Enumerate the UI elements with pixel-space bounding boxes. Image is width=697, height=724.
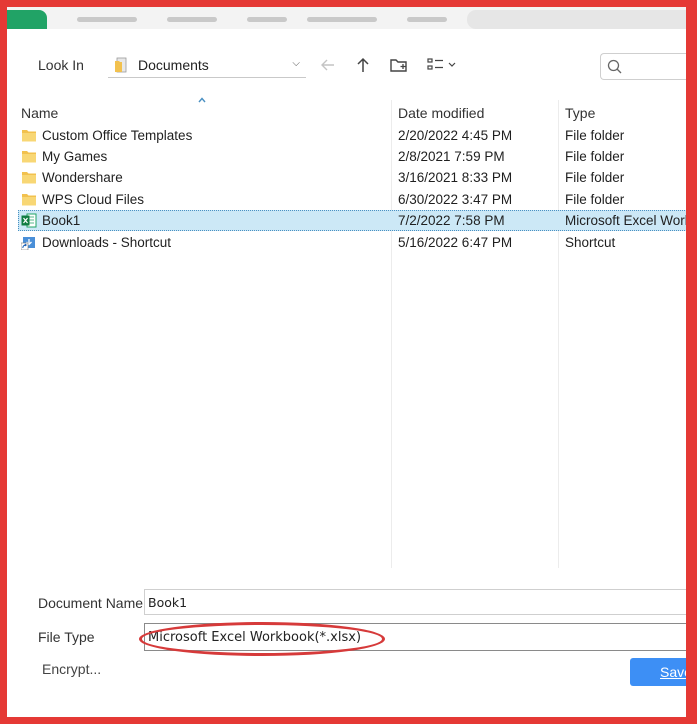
list-item[interactable]: WPS Cloud Files 6/30/2022 3:47 PM File f… (18, 189, 697, 210)
file-type: File folder (565, 149, 625, 164)
file-date: 2/8/2021 7:59 PM (398, 149, 505, 164)
file-date: 2/20/2022 4:45 PM (398, 128, 513, 143)
list-item[interactable]: My Games 2/8/2021 7:59 PM File folder (18, 146, 697, 167)
file-name: My Games (42, 149, 108, 164)
file-type: File folder (565, 128, 625, 143)
search-icon (607, 59, 622, 74)
background-app-strip (7, 7, 697, 29)
documents-folder-icon (115, 57, 127, 73)
list-item[interactable]: Downloads - Shortcut 5/16/2022 6:47 PM S… (18, 232, 697, 253)
look-in-combobox[interactable]: Documents ⌵ (108, 53, 306, 78)
file-name: Book1 (42, 213, 81, 228)
column-header-date[interactable]: Date modified (398, 100, 484, 126)
look-in-label: Look In (38, 57, 84, 73)
app-tab-green (7, 10, 47, 29)
folder-icon (22, 130, 36, 142)
document-name-value: Book1 (148, 594, 188, 610)
background-search-pill (467, 10, 697, 29)
file-date: 7/2/2022 7:58 PM (398, 213, 505, 228)
arrow-left-icon[interactable] (318, 56, 338, 76)
folder-icon (22, 151, 36, 163)
file-date: 6/30/2022 3:47 PM (398, 192, 513, 207)
arrow-up-icon[interactable] (353, 56, 373, 76)
folder-icon (22, 194, 36, 206)
column-header-name[interactable]: Name (21, 100, 58, 126)
chevron-down-icon: ⌵ (292, 58, 300, 69)
encrypt-link[interactable]: Encrypt... (42, 661, 101, 677)
file-type: File folder (565, 170, 625, 185)
file-type: Shortcut (565, 235, 616, 250)
view-list-icon[interactable] (426, 56, 460, 76)
file-type: File folder (565, 192, 625, 207)
new-folder-icon[interactable] (389, 56, 409, 76)
current-folder: Documents (138, 57, 209, 73)
annotation-border-right (686, 0, 697, 724)
file-type-label: File Type (38, 629, 95, 645)
excel-file-icon (21, 213, 37, 228)
list-item[interactable]: Custom Office Templates 2/20/2022 4:45 P… (18, 125, 697, 146)
file-name: Wondershare (42, 170, 123, 185)
file-date: 5/16/2022 6:47 PM (398, 235, 513, 250)
file-date: 3/16/2021 8:33 PM (398, 170, 513, 185)
list-item[interactable]: Wondershare 3/16/2021 8:33 PM File folde… (18, 167, 697, 188)
file-type-select[interactable]: Microsoft Excel Workbook(*.xlsx) (144, 623, 697, 651)
file-name: Custom Office Templates (42, 128, 193, 143)
file-type: Microsoft Excel Workbook (565, 213, 697, 228)
column-header-type[interactable]: Type (565, 100, 595, 126)
document-name-label: Document Name (38, 595, 144, 611)
shortcut-icon (21, 237, 35, 250)
file-name: WPS Cloud Files (42, 192, 145, 207)
file-type-value: Microsoft Excel Workbook(*.xlsx) (148, 629, 362, 645)
sort-ascending-icon (198, 97, 206, 103)
document-name-input[interactable]: Book1 (144, 589, 697, 615)
file-name: Downloads - Shortcut (42, 235, 172, 250)
search-input[interactable] (600, 53, 697, 80)
list-item-selected[interactable]: Book1 7/2/2022 7:58 PM Microsoft Excel W… (18, 210, 697, 231)
folder-icon (22, 172, 36, 184)
